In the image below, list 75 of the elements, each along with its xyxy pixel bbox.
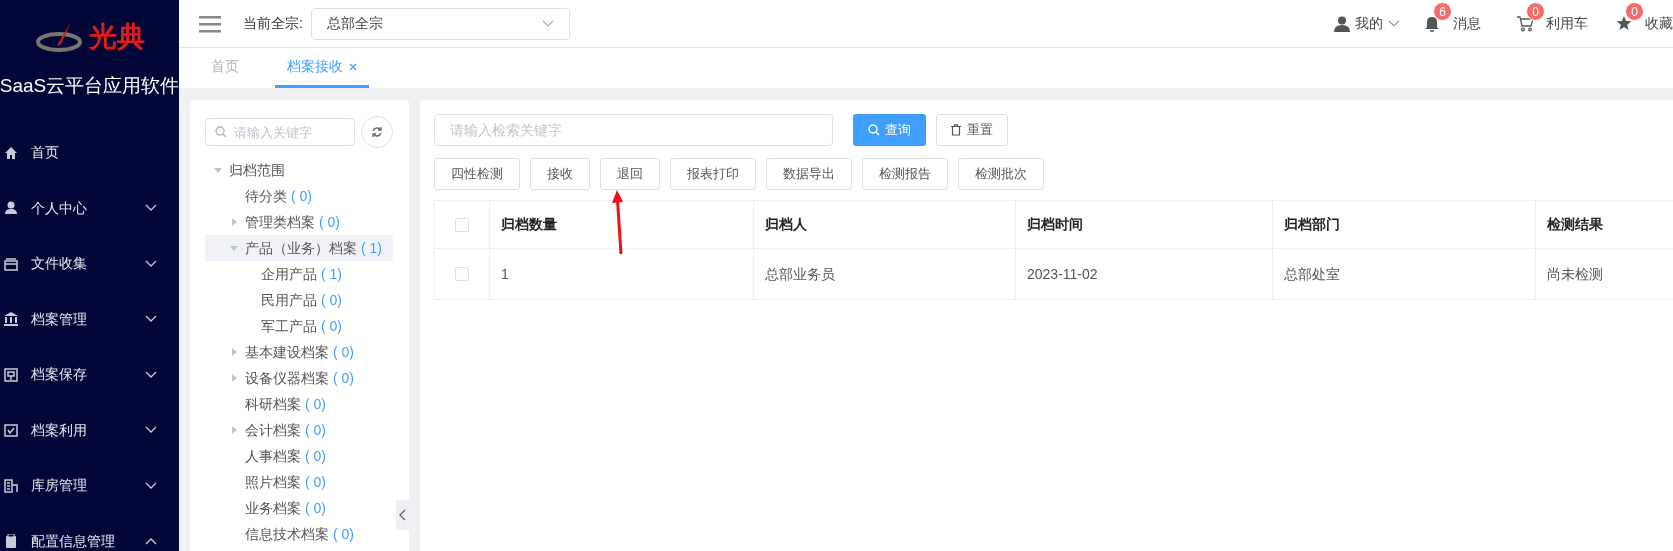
nav-item[interactable]: 库房管理: [0, 458, 179, 514]
nav-item[interactable]: 档案管理: [0, 291, 179, 347]
search-icon: [215, 126, 227, 138]
action-button[interactable]: 退回: [600, 158, 660, 190]
nav-icon: [4, 145, 18, 160]
count-badge: 0: [1526, 2, 1545, 21]
action-button[interactable]: 报表打印: [670, 158, 756, 190]
tree-node[interactable]: 待分类 ( 0): [205, 183, 393, 209]
tree-node[interactable]: 归档范围: [205, 157, 393, 183]
tree-node[interactable]: 产品（业务）档案 ( 1): [205, 235, 393, 261]
column-header: 检测结果: [1547, 215, 1603, 234]
tree-node[interactable]: 照片档案 ( 0): [205, 469, 393, 495]
menu-icon: [199, 14, 221, 33]
tree-node[interactable]: 会计档案 ( 0): [205, 417, 393, 443]
action-button[interactable]: 接收: [530, 158, 590, 190]
tree-node[interactable]: 管理类档案 ( 0): [205, 209, 393, 235]
nav-icon: [4, 478, 18, 493]
refresh-icon: [371, 126, 383, 138]
logo-icon: [34, 22, 85, 52]
action-button[interactable]: 检测批次: [958, 158, 1044, 190]
star-icon: [1616, 15, 1632, 32]
nav-item[interactable]: 首页: [0, 125, 179, 181]
tree-node[interactable]: 科研档案 ( 0): [205, 391, 393, 417]
checkbox[interactable]: [455, 217, 469, 232]
tree-node[interactable]: 军工产品 ( 0): [205, 313, 393, 339]
chevron-icon: [1388, 20, 1400, 27]
nav-item[interactable]: 档案保存: [0, 347, 179, 403]
tree-node[interactable]: 信息技术档案 ( 0): [205, 521, 393, 547]
nav-item[interactable]: 档案利用: [0, 402, 179, 458]
nav-item[interactable]: 个人中心: [0, 180, 179, 236]
collapse-handle[interactable]: [396, 500, 409, 530]
bell-icon: [1424, 15, 1440, 32]
count-badge: 6: [1433, 2, 1452, 21]
search-icon: [868, 124, 880, 136]
column-header: 归档人: [765, 215, 807, 234]
chevron-icon: [399, 509, 406, 521]
table-cell-text: 总部处室: [1284, 264, 1340, 284]
nav-item[interactable]: 配置信息管理: [0, 513, 179, 551]
table-cell-text: 总部业务员: [765, 264, 835, 284]
user-menu[interactable]: 我的: [1334, 13, 1400, 34]
user-icon: [1334, 15, 1350, 32]
tree-node[interactable]: 企用产品 ( 1): [205, 261, 393, 287]
nav-icon: [4, 256, 18, 271]
tree-node[interactable]: 基本建设档案 ( 0): [205, 339, 393, 365]
column-header: 归档数量: [501, 215, 557, 234]
nav-icon: [4, 423, 18, 438]
count-badge: 0: [1625, 2, 1644, 21]
fonds-label: 当前全宗:: [243, 14, 303, 33]
fonds-select[interactable]: 总部全宗: [310, 7, 570, 40]
arrow-annotation: [612, 190, 623, 255]
action-button[interactable]: 四性检测: [434, 158, 520, 190]
table-cell-text: 1: [501, 264, 509, 284]
tree-node[interactable]: 业务档案 ( 0): [205, 495, 393, 521]
action-button[interactable]: 检测报告: [862, 158, 948, 190]
nav-icon: [4, 312, 18, 327]
table-cell-text: 2023-11-02: [1027, 264, 1098, 284]
tree-node[interactable]: 人事档案 ( 0): [205, 443, 393, 469]
cart-icon: [1517, 15, 1533, 32]
tree-search-field[interactable]: 请输入关键字: [205, 118, 355, 146]
reset-button[interactable]: 重置: [936, 114, 1008, 146]
brand-name: 光典: [88, 23, 145, 51]
nav-icon: [4, 367, 18, 382]
tree-node[interactable]: 民用产品 ( 0): [205, 287, 393, 313]
nav-icon: [4, 201, 18, 216]
chevron-icon: [541, 20, 554, 27]
trash-icon: [951, 124, 961, 136]
table-cell-text: 尚未检测: [1547, 264, 1603, 284]
action-button[interactable]: 数据导出: [766, 158, 852, 190]
checkbox[interactable]: [455, 267, 469, 281]
app-title: SaaS云平台应用软件: [0, 76, 179, 95]
tree-node[interactable]: 设备仪器档案 ( 0): [205, 365, 393, 391]
column-header: 归档部门: [1284, 215, 1340, 234]
search-field[interactable]: 请输入检索关键字: [434, 114, 833, 146]
column-header: 归档时间: [1027, 215, 1083, 234]
nav-item[interactable]: 文件收集: [0, 236, 179, 292]
